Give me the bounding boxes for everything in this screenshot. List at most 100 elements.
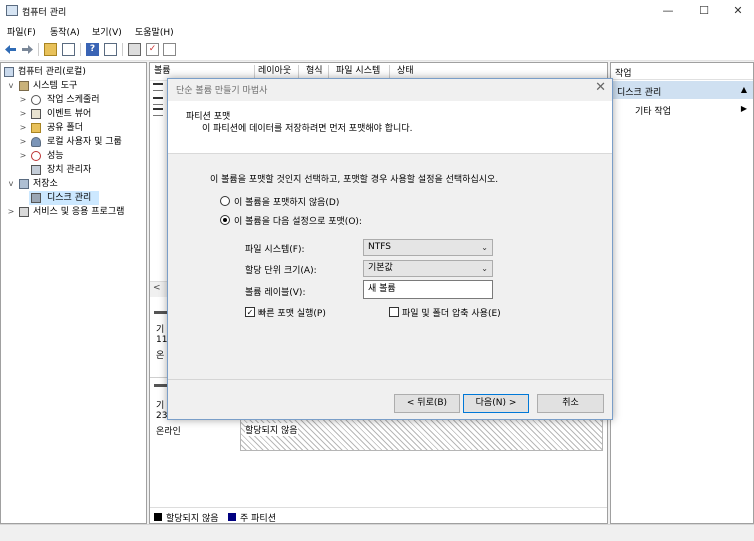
chevron-down-icon: ⌄ [481,243,488,252]
window-title: 컴퓨터 관리 [22,8,67,18]
volume-row-icon [153,83,163,91]
radio-format[interactable] [220,215,230,225]
legend-unallocated-swatch [154,513,162,521]
volume-row-icon [153,97,163,105]
menu-bar: 파일(F) 동작(A) 보기(V) 도움말(H) [0,22,754,40]
compression-label[interactable]: 파일 및 폴더 압축 사용(E) [402,306,501,319]
actions-section-disk-management[interactable]: 디스크 관리 ▲ [611,81,753,99]
volume-label-input[interactable]: 새 볼륨 [363,280,493,299]
list-view-icon[interactable] [163,43,176,56]
console-tree: 컴퓨터 관리(로컬) v 시스템 도구 > 작업 스케줄러 > 이벤트 뷰어 >… [0,62,147,524]
cancel-button[interactable]: 취소 [537,394,604,413]
legend-bar: 할당되지 않음 주 파티션 [150,507,607,524]
dialog-header: 파티션 포맷 이 파티션에 데이터를 저장하려면 먼저 포맷해야 합니다. [168,101,612,154]
actions-pane: 작업 디스크 관리 ▲ 기타 작업 ▶ [610,62,754,524]
clock-icon [31,95,41,105]
actions-title: 작업 [615,69,632,79]
new-simple-volume-wizard: 단순 볼륨 만들기 마법사 ✕ 파티션 포맷 이 파티션에 데이터를 저장하려면… [167,78,613,420]
dialog-title: 단순 볼륨 만들기 마법사 [176,86,268,96]
toolbar-divider [80,43,81,56]
disk-icon [154,311,168,314]
menu-action[interactable]: 동작(A) [50,25,80,38]
unallocated-label: 할당되지 않음 [245,423,298,436]
dialog-subheading: 이 파티션에 데이터를 저장하려면 먼저 포맷해야 합니다. [202,124,413,134]
back-arrow-icon[interactable] [4,43,17,56]
allocation-unit-value: 기본값 [368,263,393,273]
disk2-status: 온라인 [156,427,181,437]
minimize-button[interactable]: — [650,2,686,20]
actions-more[interactable]: 기타 작업 ▶ [611,101,753,117]
properties-icon[interactable] [104,43,117,56]
device-manager-icon [31,165,41,175]
checklist-icon[interactable]: ✓ [146,43,159,56]
file-system-select[interactable]: NTFS ⌄ [363,239,493,256]
radio-no-format[interactable] [220,196,230,206]
status-bar [0,524,754,541]
column-volume[interactable]: 볼륨 [151,65,255,78]
column-file-system[interactable]: 파일 시스템 [333,65,390,78]
dialog-divider [168,379,612,380]
computer-icon [4,67,14,77]
format-instruction: 이 볼륨을 포맷할 것인지 선택하고, 포맷할 경우 사용할 설정을 선택하십시… [210,175,499,185]
column-layout[interactable]: 레이아웃 [255,65,299,78]
quick-format-label[interactable]: 빠른 포맷 실행(P) [258,306,326,319]
toolbar: ? ✓ [0,40,754,61]
tools-icon [19,81,29,91]
chevron-down-icon[interactable]: v [7,79,15,93]
legend-unallocated: 할당되지 않음 [166,514,219,524]
next-button[interactable]: 다음(N) > [463,394,529,413]
radio-no-format-label[interactable]: 이 볼륨을 포맷하지 않음(D) [234,195,339,208]
disk2-size: 23 [156,411,168,421]
show-hide-tree-icon[interactable] [62,43,75,56]
help-icon[interactable]: ? [86,43,99,56]
chevron-right-icon[interactable]: > [19,93,27,107]
dialog-close-button[interactable]: ✕ [595,80,606,95]
storage-icon [19,179,29,189]
performance-icon [31,151,41,161]
disk1-status: 온 [156,351,165,361]
scroll-left-button[interactable]: < [153,283,161,293]
allocation-unit-label: 할당 단위 크기(A): [245,266,317,276]
disk2-type: 기 [156,401,165,411]
chevron-down-icon: ⌄ [481,264,488,273]
disk1-size: 11 [156,335,168,345]
quick-format-checkbox[interactable]: ✓ [245,307,255,317]
users-icon [31,137,41,147]
folder-up-icon[interactable] [44,43,57,56]
submenu-arrow-icon: ▶ [740,104,747,113]
collapse-arrow-icon[interactable]: ▲ [741,85,747,94]
volume-row-icon [153,108,163,116]
column-status[interactable]: 상태 [394,65,437,78]
file-system-label: 파일 시스템(F): [245,245,305,255]
chevron-right-icon[interactable]: > [19,149,27,163]
disk1-type: 기 [156,325,165,335]
actions-header: 작업 [611,63,753,80]
computer-management-icon [6,5,18,16]
menu-help[interactable]: 도움말(H) [135,25,174,38]
allocation-unit-select[interactable]: 기본값 ⌄ [363,260,493,277]
menu-file[interactable]: 파일(F) [7,25,36,38]
menu-view[interactable]: 보기(V) [92,25,122,38]
chevron-right-icon[interactable]: > [19,121,27,135]
services-icon [19,207,29,217]
connect-icon[interactable] [128,43,141,56]
forward-arrow-icon[interactable] [21,43,34,56]
actions-more-label: 기타 작업 [635,107,671,117]
compression-checkbox[interactable] [389,307,399,317]
chevron-right-icon[interactable]: > [19,107,27,121]
maximize-button[interactable]: ☐ [686,2,722,20]
back-button[interactable]: < 뒤로(B) [394,394,460,413]
chevron-right-icon[interactable]: > [7,205,15,219]
legend-primary: 주 파티션 [240,514,276,524]
title-bar: 컴퓨터 관리 — ☐ ✕ [0,0,754,22]
actions-section-label: 디스크 관리 [617,88,662,98]
file-system-value: NTFS [368,242,391,252]
tree-item-disk-management[interactable]: 디스크 관리 [29,191,99,205]
close-button[interactable]: ✕ [720,2,754,20]
chevron-down-icon[interactable]: v [7,177,15,191]
radio-format-label[interactable]: 이 볼륨을 다음 설정으로 포맷(O): [234,214,362,227]
chevron-right-icon[interactable]: > [19,135,27,149]
event-viewer-icon [31,109,41,119]
column-type[interactable]: 형식 [303,65,329,78]
disk-icon [31,193,41,203]
